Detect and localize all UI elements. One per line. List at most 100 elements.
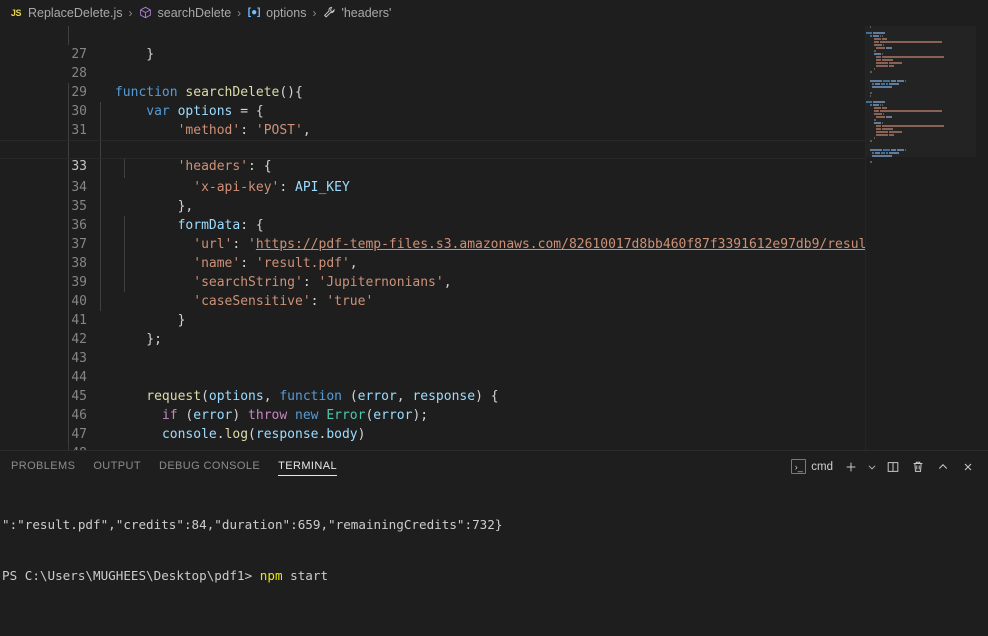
terminal-output[interactable]: ":"result.pdf","credits":84,"duration":6… xyxy=(0,482,988,636)
minimap-row xyxy=(866,161,976,163)
terminal-chevron-icon: ›_ xyxy=(791,459,806,474)
bottom-panel: PROBLEMS OUTPUT DEBUG CONSOLE TERMINAL ›… xyxy=(0,450,988,636)
breadcrumb-item-file[interactable]: JS ReplaceDelete.js xyxy=(9,6,123,20)
indent-guide xyxy=(68,387,69,406)
breadcrumb-separator: › xyxy=(312,6,316,20)
indent-guide xyxy=(124,159,125,178)
terminal-line-prompt: PS C:\Users\MUGHEES\Desktop\pdf1> npm st… xyxy=(2,567,988,584)
code-line[interactable]: 37 'url': 'https://pdf-temp-files.s3.ama… xyxy=(0,216,865,235)
code-line[interactable]: 43 xyxy=(0,330,865,349)
indent-guide xyxy=(68,178,69,197)
indent-guide xyxy=(68,406,69,425)
indent-guide xyxy=(68,159,69,178)
code-line[interactable]: 35 }, xyxy=(0,178,865,197)
code-line[interactable]: 41 } xyxy=(0,292,865,311)
indent-guide xyxy=(100,102,101,121)
js-file-icon: JS xyxy=(9,6,23,20)
code-line[interactable]: 47 console.log(response.body) xyxy=(0,406,865,425)
editor-scrollbar[interactable] xyxy=(976,26,988,450)
code-line[interactable]: 40 'caseSensitive': 'true' xyxy=(0,273,865,292)
indent-guide xyxy=(100,254,101,273)
code-line[interactable]: 42 }; xyxy=(0,311,865,330)
code-line[interactable]: 46 if (error) throw new Error(error); xyxy=(0,387,865,406)
breadcrumb-label-file: ReplaceDelete.js xyxy=(28,6,123,20)
breadcrumb-separator: › xyxy=(129,6,133,20)
indent-guide xyxy=(68,102,69,121)
indent-guide xyxy=(68,254,69,273)
terminal-command: npm xyxy=(260,568,283,583)
code-line[interactable]: 32 'url': 'https://api.pdf.co/v1/pdf/edi… xyxy=(0,121,865,140)
terminal-line: ":"result.pdf","credits":84,"duration":6… xyxy=(2,516,988,533)
terminal-prompt: PS C:\Users\MUGHEES\Desktop\pdf1> xyxy=(2,568,260,583)
indent-guide xyxy=(100,235,101,254)
indent-guide xyxy=(124,235,125,254)
code-line[interactable]: 34 'x-api-key': API_KEY xyxy=(0,159,865,178)
indent-guide xyxy=(68,216,69,235)
indent-guide xyxy=(124,216,125,235)
minimap-slider[interactable] xyxy=(866,26,976,157)
code-line[interactable]: 48 xyxy=(0,425,865,444)
indent-guide xyxy=(68,425,69,444)
indent-guide xyxy=(100,141,101,158)
indent-guide xyxy=(100,121,101,140)
code-line[interactable]: 44 xyxy=(0,349,865,368)
breadcrumb-label-variable: options xyxy=(266,6,306,20)
split-terminal-button[interactable] xyxy=(882,456,904,478)
indent-guide xyxy=(100,159,101,178)
minimap-row xyxy=(866,158,976,160)
tab-problems[interactable]: PROBLEMS xyxy=(2,451,84,482)
code-editor[interactable]: 27 } 28 29function searchDelete(){ 30 va… xyxy=(0,26,988,450)
code-text-region[interactable]: 27 } 28 29function searchDelete(){ 30 va… xyxy=(0,26,866,450)
minimap[interactable] xyxy=(866,26,976,450)
breadcrumb-item-variable[interactable]: [●] options xyxy=(247,6,306,20)
terminal-selector-dropdown[interactable]: ›_ cmd xyxy=(791,459,833,474)
terminal-line xyxy=(2,618,988,635)
indent-guide xyxy=(100,273,101,292)
breadcrumb: JS ReplaceDelete.js › searchDelete › [●]… xyxy=(0,0,988,26)
wrench-property-icon xyxy=(322,6,336,20)
breadcrumb-separator: › xyxy=(237,6,241,20)
indent-guide xyxy=(124,254,125,273)
code-line-active[interactable]: 33 'headers': { xyxy=(0,140,865,159)
indent-guide xyxy=(68,292,69,311)
code-line[interactable]: 36 formData: { xyxy=(0,197,865,216)
indent-guide xyxy=(68,121,69,140)
breadcrumb-item-property[interactable]: 'headers' xyxy=(322,6,391,20)
code-line[interactable]: 30 var options = { xyxy=(0,83,865,102)
indent-guide xyxy=(100,197,101,216)
breadcrumb-label-property: 'headers' xyxy=(341,6,391,20)
new-terminal-button[interactable] xyxy=(840,456,862,478)
terminal-command-args: start xyxy=(283,568,329,583)
code-line[interactable]: 29function searchDelete(){ xyxy=(0,64,865,83)
indent-guide xyxy=(68,26,69,45)
indent-guide xyxy=(100,178,101,197)
breadcrumb-item-method[interactable]: searchDelete xyxy=(139,6,232,20)
panel-header: PROBLEMS OUTPUT DEBUG CONSOLE TERMINAL ›… xyxy=(0,451,988,482)
indent-guide xyxy=(68,311,69,330)
indent-guide xyxy=(100,292,101,311)
indent-guide xyxy=(68,349,69,368)
indent-guide xyxy=(68,141,69,158)
indent-guide xyxy=(68,235,69,254)
tab-debug-console[interactable]: DEBUG CONSOLE xyxy=(150,451,269,482)
maximize-panel-button[interactable] xyxy=(932,456,954,478)
code-line[interactable]: 31 'method': 'POST', xyxy=(0,102,865,121)
tab-terminal[interactable]: TERMINAL xyxy=(269,451,346,482)
code-line[interactable]: 28 xyxy=(0,45,865,64)
close-panel-button[interactable] xyxy=(957,456,979,478)
terminal-selector-label: cmd xyxy=(811,461,833,473)
indent-guide xyxy=(68,197,69,216)
indent-guide xyxy=(68,330,69,349)
tab-output[interactable]: OUTPUT xyxy=(84,451,150,482)
indent-guide xyxy=(100,216,101,235)
breadcrumb-label-method: searchDelete xyxy=(158,6,232,20)
code-line[interactable]: 38 'name': 'result.pdf', xyxy=(0,235,865,254)
code-line[interactable]: 27 } xyxy=(0,26,865,45)
indent-guide xyxy=(68,368,69,387)
method-icon xyxy=(139,6,153,20)
chevron-down-icon[interactable] xyxy=(865,456,879,478)
code-line[interactable]: 39 'searchString': 'Jupiternonians', xyxy=(0,254,865,273)
code-line[interactable]: 45 request(options, function (error, res… xyxy=(0,368,865,387)
variable-icon: [●] xyxy=(247,6,261,20)
kill-terminal-button[interactable] xyxy=(907,456,929,478)
